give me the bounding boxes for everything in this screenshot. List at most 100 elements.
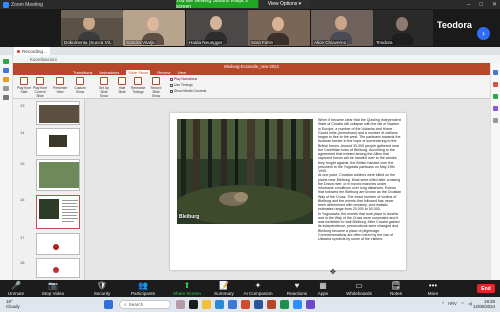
shield-icon[interactable]	[3, 59, 9, 64]
reactions-button[interactable]: ♥ Reactions	[282, 280, 312, 297]
whiteboards-button[interactable]: ▭ Whiteboards	[342, 280, 376, 297]
slide-number: 15	[20, 161, 25, 166]
taskbar-app-icon[interactable]	[176, 300, 185, 309]
unmute-button[interactable]: 🎤 Unmute	[3, 280, 29, 297]
taskbar-app-icon[interactable]	[306, 300, 315, 309]
view-options-button[interactable]: View Options ▾	[258, 0, 310, 8]
current-slide[interactable]: Bleiburg When it became clear that the Q…	[170, 113, 406, 270]
participant-tile[interactable]: Alice Chiaverno	[311, 10, 373, 46]
sidebar-app-icon[interactable]	[3, 77, 9, 82]
end-meeting-button[interactable]: End	[477, 284, 495, 293]
language-indicator[interactable]: HRV	[448, 301, 457, 306]
browser-edge-icon[interactable]	[215, 300, 224, 309]
excel-icon[interactable]	[280, 300, 289, 309]
sidebar-tool-icon[interactable]	[493, 82, 498, 87]
pp-tab[interactable]: View	[177, 70, 186, 75]
taskbar-app-icon[interactable]	[241, 300, 250, 309]
notes-button[interactable]: 🗒 Notes	[386, 280, 406, 297]
minimize-icon[interactable]: –	[467, 2, 470, 8]
address-bar[interactable]: Koordinacioni	[0, 55, 500, 63]
folder-icon[interactable]	[202, 300, 211, 309]
summary-button[interactable]: 📝 Summary	[210, 280, 238, 297]
slide-thumbnail[interactable]	[36, 233, 80, 255]
sidebar-app-icon[interactable]	[3, 95, 9, 100]
system-tray: ^ HRV ◠ ◂)	[442, 301, 472, 306]
stop-video-button[interactable]: 📷 Stop Video	[38, 280, 68, 297]
participant-tile[interactable]: Haida Neuegger	[186, 10, 248, 46]
sidebar-tool-icon[interactable]	[493, 94, 498, 99]
pp-tab[interactable]: Transitions	[73, 70, 92, 75]
play-from-current-button[interactable]: Play from Current Slide	[33, 77, 47, 98]
participant-tile[interactable]: Sandra Vitaljic	[123, 10, 185, 46]
weather-widget[interactable]: 16° Cloudy	[6, 299, 20, 309]
security-button[interactable]: 🛡 Security	[88, 280, 116, 297]
participant-tile[interactable]: Teodora	[373, 10, 433, 46]
zoom-title-bar: Zoom Meeting You are viewing Sandra Vita…	[0, 0, 500, 10]
zoom-taskbar-icon[interactable]	[293, 300, 302, 309]
word-icon[interactable]	[254, 300, 263, 309]
pp-tab-active[interactable]: Slide Show	[126, 69, 151, 75]
sidebar-app-icon[interactable]	[3, 86, 9, 91]
search-icon: ⌕	[124, 302, 127, 307]
shared-screen: Recording... Koordinacioni Bleiburg-Ecra…	[0, 47, 500, 280]
slide-number: 17	[20, 235, 25, 240]
sidebar-app-icon[interactable]	[3, 68, 9, 73]
chevron-up-icon[interactable]: ^	[442, 301, 444, 306]
set-up-slide-show-button[interactable]: Set Up Slide Show	[97, 77, 111, 98]
participant-tile[interactable]: Dokumenta (Sunca Vit..	[61, 10, 123, 46]
slide-thumbnail[interactable]	[36, 258, 80, 278]
slide-thumbnail[interactable]	[36, 128, 80, 156]
hide-slide-button[interactable]: Hide Slide	[115, 77, 129, 94]
presenter-view-button[interactable]: Presenter View	[53, 77, 67, 94]
play-from-start-button[interactable]: Play from Start	[17, 77, 31, 94]
summary-icon: 📝	[219, 281, 229, 290]
taskbar-clock[interactable]: 18:28 12/06/2024	[473, 299, 495, 309]
mouse-cursor-icon: ✥	[330, 269, 336, 276]
taskbar-app-icon[interactable]	[228, 300, 237, 309]
wifi-icon[interactable]: ◠	[461, 301, 465, 306]
pp-tab[interactable]: Animations	[99, 70, 119, 75]
sidebar-tool-icon[interactable]	[493, 106, 498, 111]
custom-show-button[interactable]: Custom Show	[73, 77, 87, 94]
participant-name: Teodora	[375, 40, 394, 45]
featured-participant-name: Teodora	[437, 20, 472, 30]
slide-thumbnail[interactable]	[36, 101, 80, 125]
windows-start-icon[interactable]	[104, 300, 113, 309]
participant-name: Dokumenta (Sunca Vit..	[63, 40, 114, 45]
share-screen-button[interactable]: ⬆ Share Screen	[170, 280, 204, 297]
pp-ribbon: Play from Start Play from Current Slide …	[13, 75, 490, 99]
forest-photo	[177, 119, 313, 224]
powerpoint-icon[interactable]	[267, 300, 276, 309]
play-narrations-checkbox[interactable]: Play Narrations	[170, 77, 197, 81]
slide-number: 16	[20, 197, 25, 202]
ai-companion-button[interactable]: ✦ AI Companion	[239, 280, 277, 297]
sidebar-tool-icon[interactable]	[493, 118, 498, 123]
next-participants-button[interactable]: ›	[477, 27, 490, 40]
apps-button[interactable]: ▦ Apps	[314, 280, 332, 297]
taskbar-search[interactable]: ⌕ Search	[119, 300, 171, 309]
slide-thumbnail-pane: 13 14 15 16 17 18	[13, 99, 85, 280]
sidebar-tool-icon[interactable]	[493, 70, 498, 75]
browser-sidebar	[0, 55, 13, 280]
slide-number: 18	[20, 260, 25, 265]
use-timings-checkbox[interactable]: Use Timings	[170, 83, 193, 87]
close-icon[interactable]: ✕	[492, 1, 497, 8]
browser-tab[interactable]: Recording...	[14, 47, 50, 55]
pp-tab[interactable]: Review	[157, 70, 170, 75]
show-media-controls-checkbox[interactable]: Show Media Controls	[170, 89, 206, 93]
record-slide-show-button[interactable]: Record Slide Show	[149, 77, 163, 98]
search-placeholder: Search	[128, 302, 144, 307]
participants-button[interactable]: 👥 Participants	[126, 280, 160, 297]
participant-tile[interactable]: Sara Faltin	[248, 10, 310, 46]
taskbar-app-icon[interactable]	[189, 300, 198, 309]
slide-thumbnail-selected[interactable]	[36, 195, 80, 229]
rehearse-timings-button[interactable]: Rehearse Timings	[131, 77, 145, 94]
browser-tab-label: Recording...	[22, 48, 47, 54]
weather-condition: Cloudy	[6, 304, 20, 309]
zoom-window: Zoom Meeting You are viewing Sandra Vita…	[0, 0, 500, 312]
more-button[interactable]: ••• More	[423, 280, 443, 297]
volume-icon[interactable]: ◂)	[469, 301, 473, 306]
maximize-icon[interactable]: □	[479, 2, 483, 8]
slide-thumbnail[interactable]	[36, 159, 80, 191]
slide-number: 13	[20, 103, 25, 108]
